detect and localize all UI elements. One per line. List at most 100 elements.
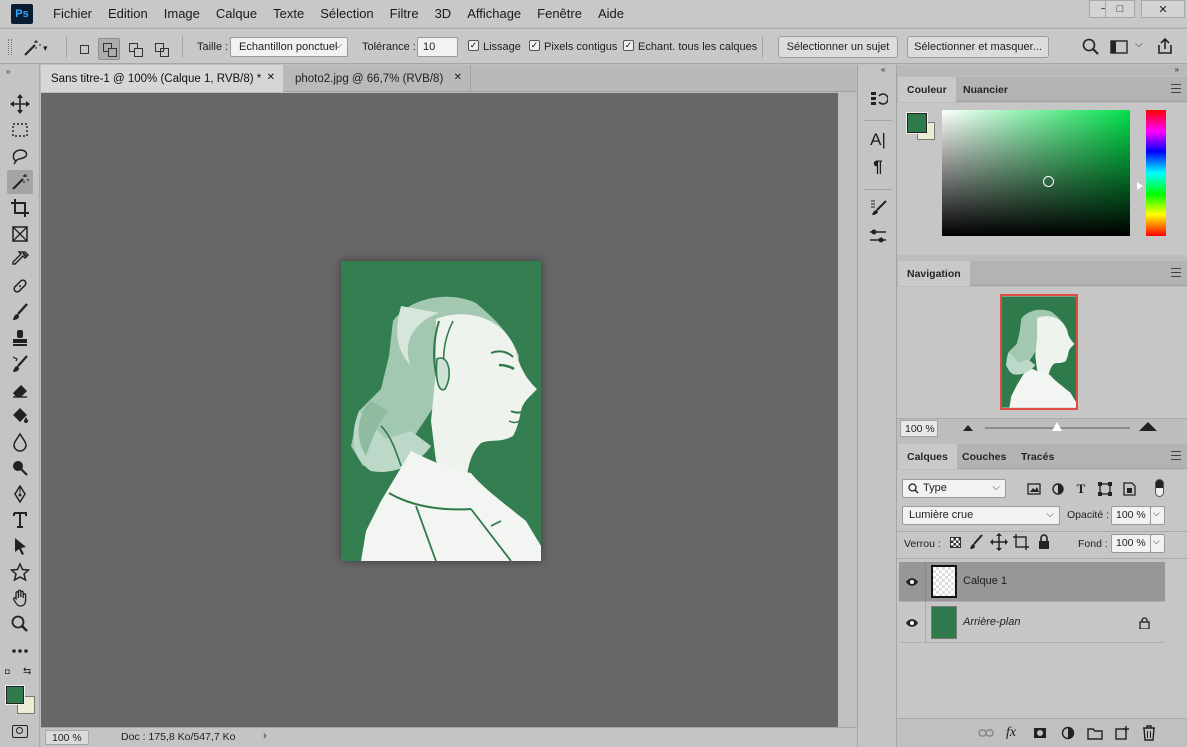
tool-preset-picker[interactable]: ▾ [21,37,57,59]
smart-object-filter-icon[interactable] [1119,479,1139,499]
filter-toggle[interactable] [1155,479,1164,497]
tool-brush[interactable] [7,300,33,324]
type-filter-icon[interactable]: T [1071,479,1091,499]
mask-icon[interactable] [1030,723,1050,743]
foreground-swatch[interactable] [906,112,928,134]
lock-transparent-icon[interactable] [950,537,961,548]
add-selection-button[interactable] [98,38,120,60]
character-icon[interactable]: A| [868,130,888,150]
collapse-icon[interactable]: » [1175,65,1179,74]
zoom-out-icon[interactable] [963,425,973,431]
hue-slider[interactable] [1146,110,1166,236]
lock-all-icon[interactable] [1034,532,1054,552]
tool-eyedropper[interactable] [7,248,33,272]
zoom-in-icon[interactable] [1139,422,1157,431]
new-selection-button[interactable] [73,38,95,60]
tool-healing[interactable] [7,274,33,298]
tab-navigation[interactable]: Navigation [898,261,970,286]
tab-sans-titre[interactable]: Sans titre-1 @ 100% (Calque 1, RVB/8) * ✕ [41,65,283,92]
tool-zoom[interactable] [7,612,33,636]
tool-hand[interactable] [7,586,33,610]
close-icon[interactable]: ✕ [454,72,462,83]
quick-mask-icon[interactable] [12,725,28,738]
antialias-checkbox[interactable]: ✓ [468,40,479,51]
tool-type[interactable] [7,508,33,532]
menu-3d[interactable]: 3D [427,0,460,27]
chevron-right-icon[interactable]: › [263,730,267,742]
select-and-mask-button[interactable]: Sélectionner et masquer... [907,36,1049,58]
adjustment-icon[interactable] [1058,723,1078,743]
fill-input[interactable]: 100 % [1111,534,1151,553]
collapse-icon[interactable]: « [881,65,885,74]
tab-couches[interactable]: Couches [953,444,1015,469]
menu-texte[interactable]: Texte [265,0,312,27]
fx-icon[interactable]: fx [1001,723,1021,743]
navigator-zoom-field[interactable]: 100 % [900,420,938,437]
tool-crop[interactable] [7,196,33,220]
tolerance-input[interactable]: 10 [417,37,458,57]
chevron-down-icon[interactable]: ⌵ [1150,506,1165,525]
navigator-preview[interactable] [1000,294,1078,410]
trash-icon[interactable] [1139,723,1159,743]
menu-image[interactable]: Image [156,0,208,27]
subtract-selection-button[interactable] [124,38,146,60]
brush-settings-icon[interactable] [868,198,888,218]
panel-menu-icon[interactable] [1171,268,1181,277]
vertical-scrollbar[interactable] [838,93,857,727]
layer-row-calque-1[interactable]: Calque 1 [899,562,1165,602]
tab-photo2[interactable]: photo2.jpg @ 66,7% (RVB/8) ✕ [285,65,471,92]
eye-icon[interactable] [905,575,919,589]
close-button[interactable]: ✕ [1141,0,1185,18]
folder-icon[interactable] [1085,723,1105,743]
tool-eraser[interactable] [7,378,33,402]
layer-name[interactable]: Arrière-plan [963,616,1020,628]
default-colors-icon[interactable]: ◘ [5,667,10,676]
chevron-down-icon[interactable]: ⌵ [1135,39,1143,50]
menu-aide[interactable]: Aide [590,0,632,27]
adjustment-filter-icon[interactable] [1048,479,1068,499]
zoom-slider-handle[interactable] [1052,422,1062,431]
paragraph-icon[interactable]: ¶ [868,157,888,177]
lock-position-icon[interactable] [989,532,1009,552]
pixel-filter-icon[interactable] [1024,479,1044,499]
shape-filter-icon[interactable] [1095,479,1115,499]
brushes-icon[interactable] [868,226,888,246]
link-icon[interactable] [976,723,996,743]
menu-edition[interactable]: Edition [100,0,156,27]
tab-nuancier[interactable]: Nuancier [954,77,1017,102]
intersect-selection-button[interactable] [150,38,172,60]
lock-artboard-icon[interactable] [1011,532,1031,552]
blend-mode-select[interactable]: Lumière crue ⌵ [902,506,1060,525]
menu-calque[interactable]: Calque [208,0,265,27]
menu-filtre[interactable]: Filtre [382,0,427,27]
tab-calques[interactable]: Calques [898,444,957,469]
tool-move[interactable] [7,92,33,116]
workspace-icon[interactable] [1110,39,1128,55]
tool-paint-bucket[interactable] [7,404,33,428]
menu-affichage[interactable]: Affichage [459,0,529,27]
layer-filter-select[interactable]: Type ⌵ [902,479,1006,498]
select-subject-button[interactable]: Sélectionner un sujet [778,36,898,58]
color-picker-ring[interactable] [1043,176,1054,187]
maximize-button[interactable]: □ [1105,0,1135,18]
tab-couleur[interactable]: Couleur [898,77,956,102]
tool-blur[interactable] [7,430,33,454]
search-icon[interactable] [1082,38,1100,56]
panel-menu-icon[interactable] [1171,84,1181,93]
tool-magic-wand[interactable] [7,170,33,194]
layer-row-arriere-plan[interactable]: Arrière-plan [899,603,1165,643]
tool-lasso[interactable] [7,144,33,168]
tool-path-select[interactable] [7,534,33,558]
tool-shape[interactable] [7,560,33,584]
history-icon[interactable] [868,88,888,108]
menu-fenetre[interactable]: Fenêtre [529,0,590,27]
chevron-down-icon[interactable]: ⌵ [1150,534,1165,553]
menu-selection[interactable]: Sélection [312,0,381,27]
document-image[interactable] [341,261,541,561]
tab-traces[interactable]: Tracés [1012,444,1063,469]
layer-name[interactable]: Calque 1 [963,575,1007,587]
tool-frame[interactable] [7,222,33,246]
collapse-icon[interactable]: » [6,67,10,76]
tool-marquee[interactable] [7,118,33,142]
foreground-color-swatch[interactable] [5,685,25,705]
